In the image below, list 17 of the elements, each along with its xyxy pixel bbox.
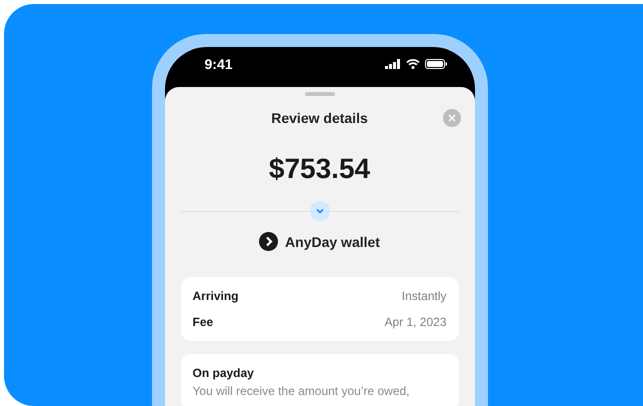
detail-value: Instantly	[402, 289, 446, 303]
detail-value: Apr 1, 2023	[384, 315, 446, 329]
detail-label: Arriving	[192, 289, 239, 303]
signal-icon	[384, 59, 400, 69]
arrow-circle-icon	[259, 232, 278, 251]
close-icon[interactable]	[442, 109, 460, 127]
status-time: 9:41	[204, 56, 233, 72]
drag-handle[interactable]	[304, 92, 334, 96]
battery-icon	[424, 59, 446, 69]
note-title: On payday	[192, 366, 255, 380]
chevron-down-icon[interactable]	[310, 201, 330, 221]
amount-text: $753.54	[268, 153, 370, 185]
wifi-icon	[406, 59, 420, 69]
destination-name: AnyDay wallet	[285, 234, 380, 250]
sheet-title: Review details	[271, 110, 368, 126]
detail-label: Fee	[192, 315, 214, 329]
note-text: You will receive the amount you’re owed,	[192, 384, 411, 398]
